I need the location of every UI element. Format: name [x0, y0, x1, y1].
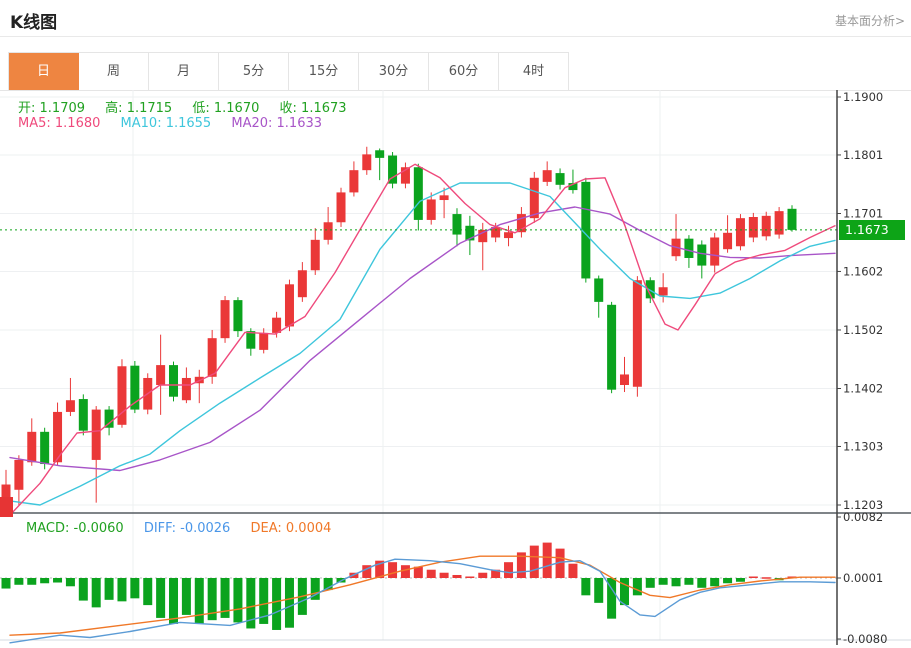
ma10-value: 1.1655	[166, 116, 212, 131]
svg-text:1.1701: 1.1701	[843, 206, 883, 220]
ma10-label: MA10:	[121, 116, 162, 131]
svg-text:-0.0080: -0.0080	[843, 632, 887, 646]
low-value: 1.1670	[214, 101, 260, 116]
svg-text:1.1303: 1.1303	[843, 439, 883, 453]
low-label: 低:	[192, 101, 209, 116]
svg-text:1.1801: 1.1801	[843, 148, 883, 162]
macd-label: MACD:	[26, 521, 69, 536]
open-value: 1.1709	[40, 101, 86, 116]
svg-text:1.1402: 1.1402	[843, 382, 883, 396]
macd-legend: MACD: -0.0060 DIFF: -0.0026 DEA: 0.0004	[26, 521, 347, 536]
high-label: 高:	[105, 101, 122, 116]
svg-text:1.1900: 1.1900	[843, 90, 883, 104]
ma5-value: 1.1680	[55, 116, 101, 131]
dea-value: 0.0004	[286, 521, 332, 536]
ma20-value: 1.1633	[277, 116, 323, 131]
close-value: 1.1673	[301, 101, 347, 116]
ohlc-legend: 开: 1.1709 高: 1.1715 低: 1.1670 收: 1.1673	[18, 97, 363, 116]
ma5-label: MA5:	[18, 116, 51, 131]
svg-text:1.1602: 1.1602	[843, 264, 883, 278]
ma20-label: MA20:	[231, 116, 272, 131]
diff-value: -0.0026	[180, 521, 230, 536]
svg-text:1.1502: 1.1502	[843, 323, 883, 337]
svg-text:0.0001: 0.0001	[843, 571, 883, 585]
high-value: 1.1715	[127, 101, 173, 116]
kline-widget: K线图 基本面分析> 日 周 月 5分 15分 30分 60分 4时 1.190…	[0, 0, 911, 648]
open-label: 开:	[18, 101, 35, 116]
macd-value: -0.0060	[74, 521, 124, 536]
close-label: 收:	[280, 101, 297, 116]
ma-legend: MA5: 1.1680 MA10: 1.1655 MA20: 1.1633	[18, 116, 338, 131]
panel-resize-handle[interactable]	[0, 497, 13, 517]
diff-label: DIFF:	[144, 521, 176, 536]
current-price-badge: 1.1673	[839, 220, 905, 240]
dea-label: DEA:	[250, 521, 281, 536]
svg-text:0.0082: 0.0082	[843, 510, 883, 524]
candles	[2, 147, 797, 519]
